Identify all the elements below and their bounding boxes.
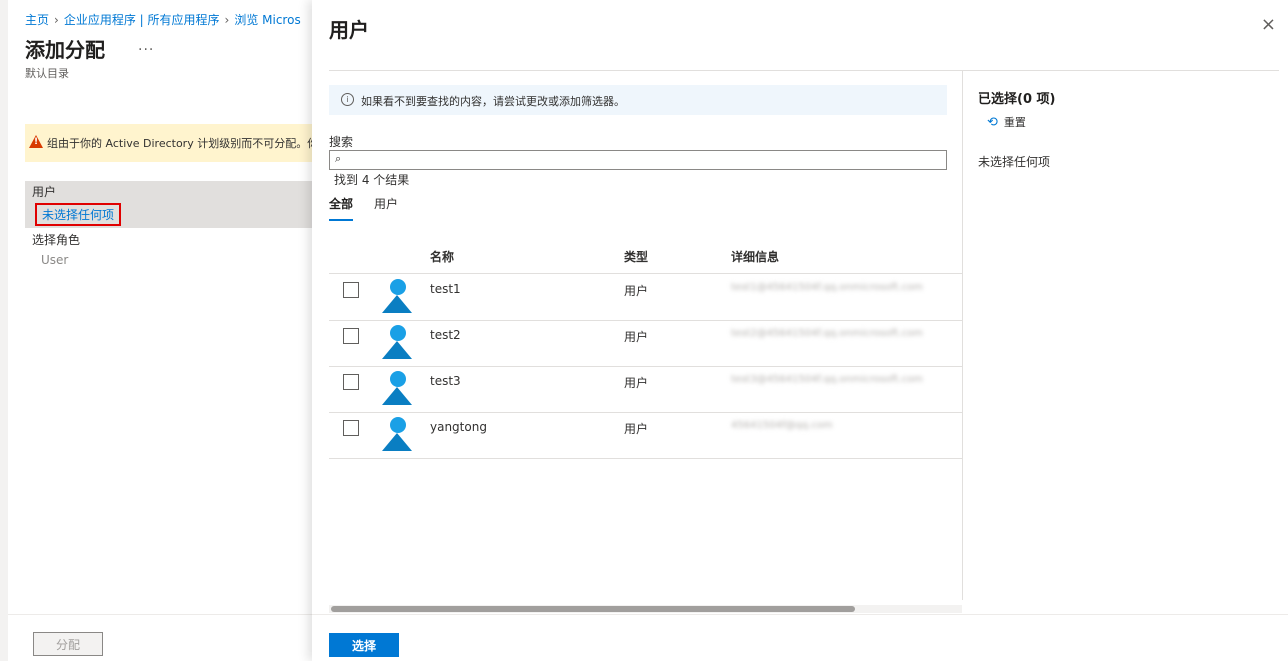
more-icon[interactable]: ... bbox=[138, 38, 154, 54]
row-checkbox[interactable] bbox=[343, 374, 359, 390]
user-detail: 45641504f@qq.com bbox=[731, 420, 833, 431]
page-title: 添加分配 bbox=[25, 38, 105, 62]
assign-button[interactable]: 分配 bbox=[33, 632, 103, 656]
tab-users[interactable]: 用户 bbox=[374, 195, 398, 212]
footer-divider bbox=[312, 614, 1288, 615]
role-label: 选择角色 bbox=[32, 233, 81, 247]
table-row[interactable]: test2 用户 test2@45641504f.qq.onmicrosoft.… bbox=[329, 320, 962, 367]
role-value[interactable]: User bbox=[41, 253, 68, 267]
close-icon[interactable]: × bbox=[1261, 14, 1276, 35]
selected-title: 已选择(0 项) bbox=[978, 92, 1056, 107]
search-icon: ⌕ bbox=[335, 152, 342, 165]
users-section[interactable]: 用户 未选择任何项 bbox=[25, 181, 320, 228]
footer-divider bbox=[8, 614, 320, 615]
column-header-type[interactable]: 类型 bbox=[624, 248, 648, 265]
user-type: 用户 bbox=[624, 422, 649, 436]
user-detail: test1@45641504f.qq.onmicrosoft.com bbox=[731, 282, 923, 293]
info-icon: i bbox=[341, 93, 354, 106]
user-name: test3 bbox=[430, 374, 461, 388]
user-type: 用户 bbox=[624, 376, 649, 390]
assignment-blade: 主页 › 企业应用程序 | 所有应用程序 › 浏览 Micros 添加分配 ... 默认… bbox=[0, 0, 320, 661]
row-checkbox[interactable] bbox=[343, 328, 359, 344]
breadcrumb-browse[interactable]: 浏览 Micros bbox=[234, 13, 300, 27]
horizontal-scrollbar[interactable] bbox=[329, 605, 962, 613]
reset-button[interactable]: ⟲ 重置 bbox=[987, 114, 1026, 130]
user-avatar-icon bbox=[382, 417, 412, 453]
warning-banner: ! 组由于你的 Active Directory 计划级别而不可分配。你 bbox=[25, 124, 320, 162]
select-button[interactable]: 选择 bbox=[329, 633, 399, 657]
breadcrumb-enterprise-apps[interactable]: 企业应用程序 | 所有应用程序 bbox=[64, 13, 220, 27]
breadcrumb-home[interactable]: 主页 bbox=[25, 13, 49, 27]
warning-text: 组由于你的 Active Directory 计划级别而不可分配。你 bbox=[47, 137, 319, 150]
table-row[interactable]: test1 用户 test1@45641504f.qq.onmicrosoft.… bbox=[329, 274, 962, 321]
column-header-name[interactable]: 名称 bbox=[430, 248, 454, 265]
selected-empty-text: 未选择任何项 bbox=[978, 155, 1051, 169]
page-subtitle: 默认目录 bbox=[25, 67, 69, 80]
user-avatar-icon bbox=[382, 325, 412, 361]
row-checkbox[interactable] bbox=[343, 420, 359, 436]
warning-icon: ! bbox=[29, 135, 43, 148]
scrollbar-thumb[interactable] bbox=[331, 606, 855, 612]
header-divider bbox=[329, 70, 1279, 71]
active-tab-indicator bbox=[329, 219, 353, 221]
search-label: 搜索 bbox=[329, 135, 354, 149]
users-label: 用户 bbox=[32, 185, 57, 199]
search-input[interactable]: ⌕ bbox=[329, 150, 947, 170]
user-name: test1 bbox=[430, 282, 461, 296]
panel-title: 用户 bbox=[329, 18, 369, 42]
info-banner: i 如果看不到要查找的内容，请尝试更改或添加筛选器。 bbox=[329, 85, 947, 115]
tab-all[interactable]: 全部 bbox=[329, 195, 353, 212]
users-panel: 用户 × i 如果看不到要查找的内容，请尝试更改或添加筛选器。 搜索 ⌕ 找到 … bbox=[312, 0, 1288, 661]
breadcrumb: 主页 › 企业应用程序 | 所有应用程序 › 浏览 Micros bbox=[25, 11, 301, 28]
table-row[interactable]: yangtong 用户 45641504f@qq.com bbox=[329, 412, 962, 459]
info-text: 如果看不到要查找的内容，请尝试更改或添加筛选器。 bbox=[361, 95, 625, 108]
user-name: test2 bbox=[430, 328, 461, 342]
user-type: 用户 bbox=[624, 284, 649, 298]
user-name: yangtong bbox=[430, 420, 487, 434]
user-detail: test3@45641504f.qq.onmicrosoft.com bbox=[731, 374, 923, 385]
results-count: 找到 4 个结果 bbox=[334, 173, 410, 187]
chevron-right-icon: › bbox=[54, 13, 59, 27]
row-checkbox[interactable] bbox=[343, 282, 359, 298]
reset-label: 重置 bbox=[1003, 116, 1026, 129]
user-type: 用户 bbox=[624, 330, 649, 344]
column-divider bbox=[962, 70, 963, 600]
user-avatar-icon bbox=[382, 371, 412, 407]
chevron-right-icon: › bbox=[224, 13, 230, 27]
user-avatar-icon bbox=[382, 279, 412, 315]
undo-icon: ⟲ bbox=[987, 115, 998, 130]
users-none-selected-link[interactable]: 未选择任何项 bbox=[35, 203, 122, 226]
user-detail: test2@45641504f.qq.onmicrosoft.com bbox=[731, 328, 923, 339]
column-header-details[interactable]: 详细信息 bbox=[731, 248, 779, 265]
table-row[interactable]: test3 用户 test3@45641504f.qq.onmicrosoft.… bbox=[329, 366, 962, 413]
